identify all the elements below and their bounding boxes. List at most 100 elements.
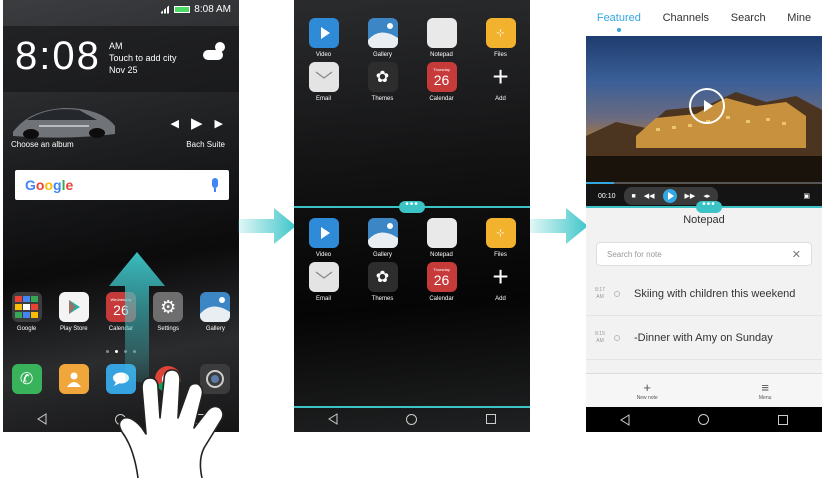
app-calendar[interactable]: Thursday 26 Calendar xyxy=(420,62,464,102)
app-video[interactable]: Video xyxy=(302,218,346,258)
app-email[interactable]: Email xyxy=(302,62,346,102)
app-gallery[interactable]: Gallery xyxy=(361,18,405,58)
app-label: Email xyxy=(315,96,331,102)
fullscreen-icon[interactable]: ▣ xyxy=(803,192,810,200)
back-icon[interactable] xyxy=(327,413,339,425)
app-add[interactable]: + Add xyxy=(479,262,523,302)
app-label: Add xyxy=(495,96,506,102)
battery-icon xyxy=(174,5,191,13)
launcher-row-top-2: Email ✿ Themes Thursday 26 Calendar + Add xyxy=(294,62,530,102)
notepad-toolbar: + New note ≡ Menu xyxy=(586,373,822,407)
app-email[interactable]: Email xyxy=(302,262,346,302)
app-calendar[interactable]: Thursday 26 Calendar xyxy=(420,262,464,302)
play-store-icon xyxy=(58,292,89,322)
google-search-bar[interactable]: Google xyxy=(15,170,229,200)
add-city-label[interactable]: Touch to add city xyxy=(109,52,177,64)
clock-ampm: AM xyxy=(109,41,123,51)
app-label: Calendar xyxy=(429,296,454,302)
themes-icon: ✿ xyxy=(367,262,398,292)
calendar-day: 26 xyxy=(433,71,450,88)
note-time: 8:17 AM xyxy=(595,286,605,300)
rewind-icon[interactable]: ◀◀ xyxy=(644,192,655,200)
clock-info: AM Touch to add city Nov 25 xyxy=(109,40,177,76)
app-video[interactable]: Video xyxy=(302,18,346,58)
music-controls: ◀ ▶ ▶ xyxy=(171,114,223,132)
recents-icon[interactable] xyxy=(777,414,789,426)
app-label: Themes xyxy=(371,296,394,302)
note-list-item[interactable]: 8:17 AM Skiing with children this weekend xyxy=(586,272,822,316)
app-play-store[interactable]: Play Store xyxy=(52,292,96,332)
mic-icon[interactable] xyxy=(211,178,219,192)
app-add[interactable]: + Add xyxy=(479,62,523,102)
back-icon[interactable] xyxy=(36,413,48,425)
fast-forward-icon[interactable]: ▶▶ xyxy=(685,192,696,200)
tab-channels[interactable]: Channels xyxy=(663,12,709,24)
back-icon[interactable] xyxy=(619,413,631,426)
calendar-icon: Thursday 26 xyxy=(426,62,457,92)
home-icon[interactable] xyxy=(406,413,418,425)
split-apps-phone: Featured Channels Search Mine 00:10 ■ ◀◀… xyxy=(586,0,822,432)
notepad-icon xyxy=(426,218,457,248)
new-note-button[interactable]: + New note xyxy=(637,379,658,401)
video-tab-bar: Featured Channels Search Mine xyxy=(586,0,822,36)
plus-icon: + xyxy=(643,379,651,395)
album-label[interactable]: Choose an album xyxy=(11,140,74,149)
app-label: Email xyxy=(315,296,331,302)
weather-icon xyxy=(203,42,225,60)
tab-mine[interactable]: Mine xyxy=(787,12,811,24)
app-themes[interactable]: ✿ Themes xyxy=(361,62,405,102)
split-handle[interactable]: ••• xyxy=(696,200,722,213)
clear-search-icon[interactable]: ✕ xyxy=(792,248,801,261)
app-files[interactable]: ⊹ Files xyxy=(479,18,523,58)
video-progress-bar[interactable] xyxy=(586,182,822,184)
notepad-title: Notepad xyxy=(683,214,725,226)
video-play-button[interactable] xyxy=(689,88,725,124)
add-icon: + xyxy=(492,262,509,292)
stop-icon[interactable]: ■ xyxy=(632,193,636,200)
play-icon[interactable] xyxy=(662,189,677,203)
menu-label: Menu xyxy=(758,394,772,401)
app-notepad[interactable]: Notepad xyxy=(420,18,464,58)
tab-search[interactable]: Search xyxy=(731,12,766,24)
calendar-day: 26 xyxy=(433,271,450,288)
phone-icon[interactable]: ✆ xyxy=(11,364,42,394)
signal-icon xyxy=(159,4,171,14)
app-notepad[interactable]: Notepad xyxy=(420,218,464,258)
home-icon[interactable] xyxy=(698,414,710,426)
transition-arrow-icon xyxy=(530,208,588,244)
note-text: -Dinner with Amy on Sunday xyxy=(634,331,773,344)
menu-button[interactable]: ≡ Menu xyxy=(758,380,772,401)
app-gallery[interactable]: Gallery xyxy=(193,292,237,332)
google-folder-icon xyxy=(11,292,42,322)
tab-featured[interactable]: Featured xyxy=(597,12,641,24)
next-track-icon[interactable]: ▶ xyxy=(215,117,223,130)
status-bar: 8:08 AM xyxy=(3,0,239,18)
split-launcher-phone: Video Gallery Notepad ⊹ Files Email ✿ Them… xyxy=(294,0,530,432)
clock-weather-widget[interactable]: 8:08 AM Touch to add city Nov 25 xyxy=(3,26,239,92)
email-icon xyxy=(308,62,339,92)
app-google[interactable]: Google xyxy=(5,292,49,332)
contacts-icon[interactable] xyxy=(58,364,89,394)
app-label: Notepad xyxy=(430,252,453,258)
gallery-icon xyxy=(367,218,398,248)
play-icon[interactable]: ▶ xyxy=(191,114,203,132)
app-files[interactable]: ⊹ Files xyxy=(479,218,523,258)
video-player[interactable] xyxy=(586,36,822,186)
note-search-input[interactable]: Search for note ✕ xyxy=(596,242,812,266)
split-handle[interactable]: ••• xyxy=(399,200,425,213)
navigation-bar xyxy=(586,407,822,432)
app-label: Google xyxy=(16,326,37,332)
gallery-icon xyxy=(367,18,398,48)
app-themes[interactable]: ✿ Themes xyxy=(361,262,405,302)
note-list-item[interactable]: 8:15 AM -Dinner with Amy on Sunday xyxy=(586,316,822,360)
app-gallery[interactable]: Gallery xyxy=(361,218,405,258)
app-label: Gallery xyxy=(205,326,225,332)
email-icon xyxy=(308,262,339,292)
app-label: Files xyxy=(494,52,507,58)
recents-icon[interactable] xyxy=(485,413,497,425)
app-label: Video xyxy=(315,52,332,58)
app-label: Gallery xyxy=(372,52,392,58)
album-art-car xyxy=(13,108,115,139)
calendar-icon: Thursday 26 xyxy=(426,262,457,292)
previous-track-icon[interactable]: ◀ xyxy=(171,117,179,130)
